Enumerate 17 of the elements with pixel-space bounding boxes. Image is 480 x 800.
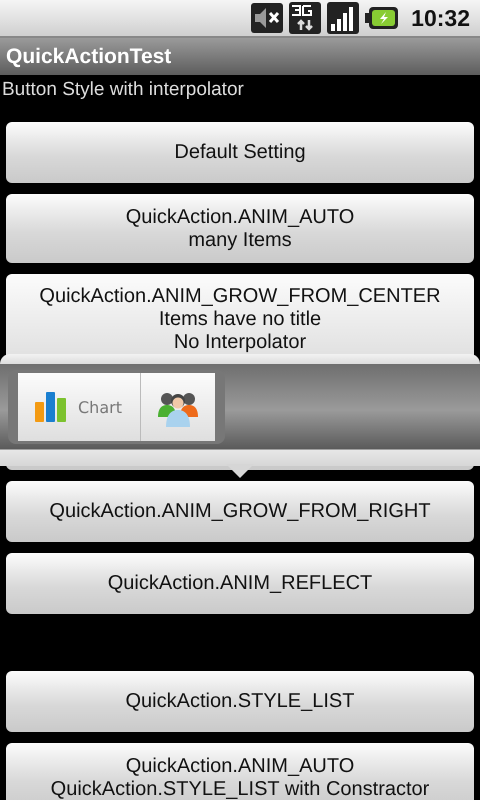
- popup-pointer: [226, 464, 254, 478]
- muted-speaker-icon: [251, 3, 284, 33]
- bar-chart-icon: [34, 390, 68, 424]
- action-button[interactable]: QuickAction.ANIM_REFLECT: [6, 553, 474, 614]
- action-button[interactable]: QuickAction.ANIM_AUTO QuickAction.STYLE_LIST with Constractor: [6, 743, 474, 800]
- signal-icon: [327, 2, 360, 34]
- battery-charging-icon: [365, 6, 400, 30]
- action-button[interactable]: Default Setting: [6, 122, 474, 183]
- quick-action-item[interactable]: [140, 373, 215, 441]
- action-button[interactable]: QuickAction.ANIM_GROW_FROM_RIGHT: [6, 481, 474, 542]
- data-3g-icon: [289, 2, 322, 34]
- quick-action-item[interactable]: Chart: [18, 373, 141, 441]
- subtitle: Button Style with interpolator: [1, 78, 245, 102]
- app-title: QuickActionTest: [5, 44, 172, 70]
- action-button[interactable]: QuickAction.ANIM_AUTO many Items: [6, 194, 474, 263]
- clock-time: 10:32: [411, 4, 470, 32]
- action-button[interactable]: QuickAction.STYLE_LIST: [6, 671, 474, 732]
